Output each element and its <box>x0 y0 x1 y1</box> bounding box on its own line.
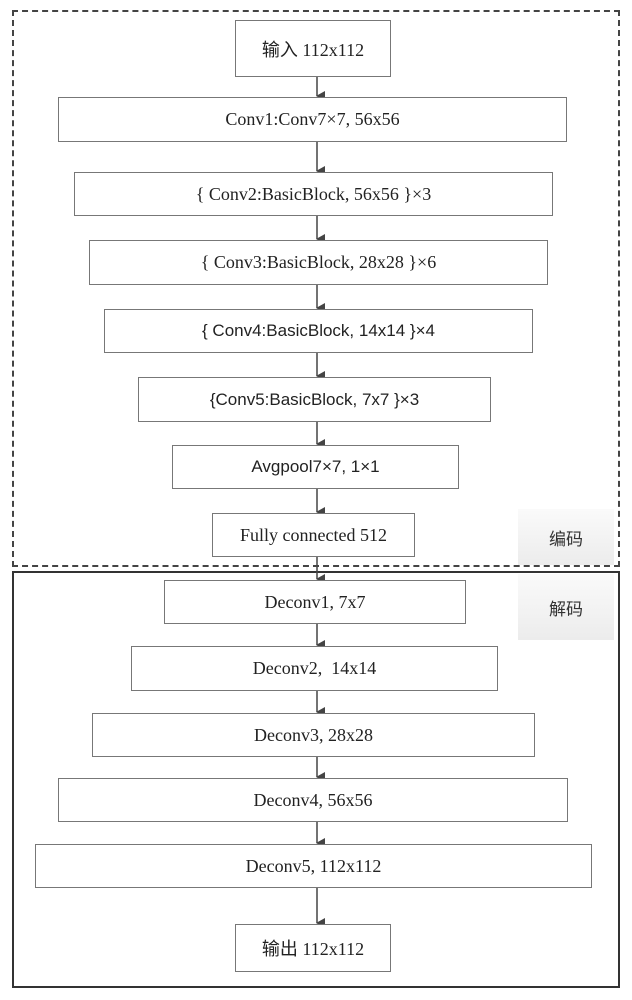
deconv3-node: Deconv3, 28x28 <box>92 713 535 757</box>
deconv2-node: Deconv2, 14x14 <box>131 646 498 691</box>
conv4-node: { Conv4:BasicBlock, 14x14 }×4 <box>104 309 533 353</box>
deconv4-node: Deconv4, 56x56 <box>58 778 568 822</box>
decoder-label: 解码 <box>518 574 614 640</box>
input-node: 输入 112x112 <box>235 20 391 77</box>
avgpool-node: Avgpool7×7, 1×1 <box>172 445 459 489</box>
deconv1-node: Deconv1, 7x7 <box>164 580 466 624</box>
conv3-node: { Conv3:BasicBlock, 28x28 }×6 <box>89 240 548 285</box>
output-node: 输出 112x112 <box>235 924 391 972</box>
conv5-node: {Conv5:BasicBlock, 7x7 }×3 <box>138 377 491 422</box>
conv1-node: Conv1:Conv7×7, 56x56 <box>58 97 567 142</box>
encoder-label: 编码 <box>518 509 614 565</box>
fc-node: Fully connected 512 <box>212 513 415 557</box>
conv2-node: { Conv2:BasicBlock, 56x56 }×3 <box>74 172 553 216</box>
deconv5-node: Deconv5, 112x112 <box>35 844 592 888</box>
